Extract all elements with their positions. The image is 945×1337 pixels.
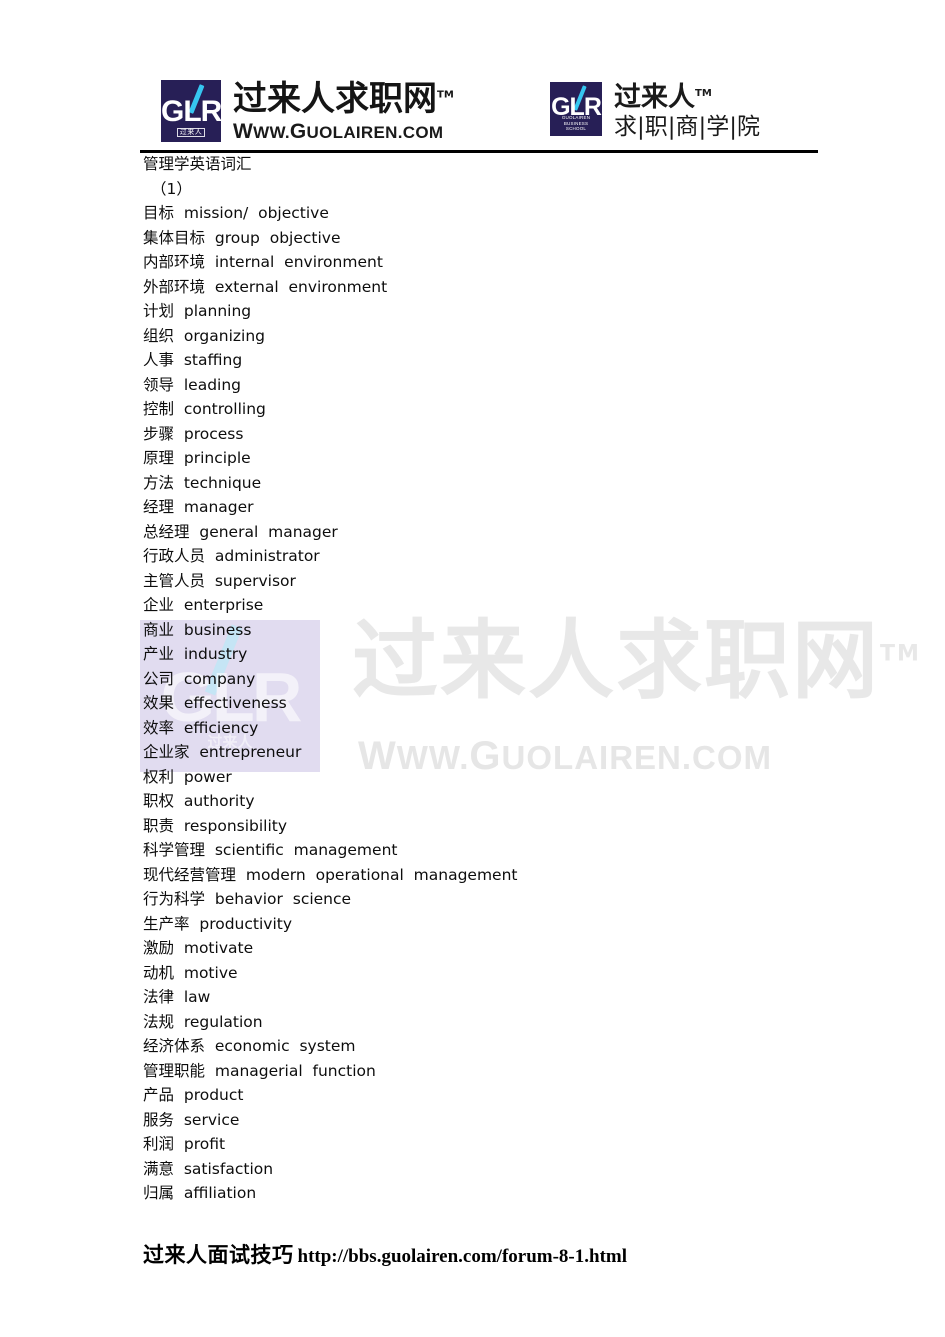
vocabulary-entry: 生产率 productivity — [143, 914, 293, 933]
vocabulary-entry: 产业 industry — [143, 645, 248, 663]
document-page: 过来人求职网TM WWW.GUOLAIREN.COM GLR 过来人 GLR 过… — [0, 0, 945, 1337]
vocabulary-entry: 行政人员 administrator — [143, 547, 320, 565]
logo-secondary-wordmark: 过来人TM 求|职|商|学|院 — [614, 82, 760, 141]
vocabulary-entry: 领导 leading — [143, 375, 242, 394]
vocabulary-entry: 职权 authority — [143, 792, 255, 810]
vocabulary-entry: 外部环境 external environment — [143, 277, 388, 296]
vocabulary-entry: 产品 product — [143, 1086, 244, 1104]
vocabulary-entry: 组织 organizing — [143, 326, 266, 345]
vocabulary-entry: 目标 mission/ objective — [143, 204, 329, 222]
logo-guolairen-site[interactable]: GLR 过来人 过来人求职网TM WWW.GUOLAIREN.COM — [161, 80, 454, 144]
vocabulary-entry: 方法 technique — [143, 473, 262, 492]
footer-forum-link[interactable]: http://bbs.guolairen.com/forum-8-1.html — [298, 1246, 628, 1267]
vocabulary-entry: 经济体系 economic system — [143, 1037, 356, 1055]
vocabulary-entry: 总经理 general manager — [143, 522, 338, 541]
glr-mark-sublabel: 过来人 — [161, 127, 221, 137]
logo-primary-url: WWW.GUOLAIREN.COM — [233, 120, 454, 144]
vocabulary-entry: 计划 planning — [143, 302, 252, 320]
vocabulary-entry: 动机 motive — [143, 963, 238, 982]
vocabulary-entry: 控制 controlling — [143, 400, 266, 418]
vocabulary-entry: 企业家 entrepreneur — [143, 743, 302, 761]
header-logo-band: GLR 过来人 过来人求职网TM WWW.GUOLAIREN.COM GLR G… — [140, 74, 818, 150]
logo-primary-wordmark: 过来人求职网TM WWW.GUOLAIREN.COM — [233, 80, 454, 144]
logo-secondary-brand-cn-text: 过来人 — [614, 82, 695, 113]
vocabulary-entry: 科学管理 scientific management — [143, 841, 398, 859]
logo-primary-url-brand-lead: G — [289, 119, 307, 143]
vocabulary-entry: 行为科学 behavior science — [143, 890, 352, 908]
glr-mark-sublabel-text: 过来人 — [176, 127, 206, 137]
logo-secondary-brand-cn: 过来人TM — [614, 82, 760, 113]
vocabulary-entry: 归属 affiliation — [143, 1184, 257, 1202]
vocabulary-entry: 法规 regulation — [143, 1012, 263, 1031]
vocabulary-entry: 公司 company — [143, 669, 256, 688]
vocabulary-entry: 效率 efficiency — [143, 718, 259, 737]
vocabulary-entry: 激励 motivate — [143, 939, 254, 957]
vocabulary-entry: 集体目标 group objective — [143, 228, 341, 247]
logo-primary-brand-cn-text: 过来人求职网 — [233, 79, 437, 119]
vocabulary-list: 目标 mission/ objective 集体目标 group objectiv… — [143, 201, 843, 1206]
footer: 过来人面试技巧 http://bbs.guolairen.com/forum-8-… — [143, 1239, 627, 1269]
vocabulary-entry: 商业 business — [143, 620, 252, 639]
document-section-number: （1） — [151, 179, 192, 198]
vocabulary-entry: 法律 law — [143, 988, 211, 1006]
vocabulary-entry: 经理 manager — [143, 498, 254, 516]
glr-mark-school-sublabel: GUOLAIREN BUSINESS SCHOOL — [550, 115, 602, 132]
vocabulary-entry: 效果 effectiveness — [143, 694, 287, 712]
vocabulary-entry: 权利 power — [143, 767, 232, 786]
vocabulary-entry: 主管人员 supervisor — [143, 571, 296, 590]
logo-secondary-subtitle-cn: 求|职|商|学|院 — [614, 114, 760, 141]
vocabulary-entry: 人事 staffing — [143, 351, 243, 369]
glr-school-line-3: SCHOOL — [565, 126, 587, 132]
logo-primary-url-brand: UOLAIREN.COM — [306, 122, 444, 142]
vocabulary-entry: 管理职能 managerial function — [143, 1061, 376, 1080]
vocabulary-entry: 原理 principle — [143, 449, 251, 467]
vocabulary-entry: 步骤 process — [143, 424, 244, 443]
vocabulary-entry: 企业 enterprise — [143, 596, 264, 614]
logo-primary-tm-mark: TM — [437, 89, 454, 101]
logo-primary-url-mid: WW. — [253, 122, 290, 142]
glr-logo-mark: GLR 过来人 — [161, 80, 222, 142]
vocabulary-entry: 利润 profit — [143, 1135, 226, 1153]
document-body: 管理学英语词汇 （1） 目标 mission/ objective 集体目标 gr… — [143, 152, 843, 1206]
logo-primary-brand-cn: 过来人求职网TM — [233, 79, 454, 119]
vocabulary-entry: 服务 service — [143, 1110, 240, 1129]
logo-guolairen-business-school[interactable]: GLR GUOLAIREN BUSINESS SCHOOL 过来人TM 求|职|… — [550, 82, 760, 141]
logo-secondary-tm-mark: TM — [695, 88, 712, 99]
logo-primary-url-lead: W — [233, 119, 254, 143]
document-title: 管理学英语词汇 — [143, 155, 252, 173]
footer-label: 过来人面试技巧 — [143, 1242, 294, 1267]
glr-logo-mark-secondary: GLR GUOLAIREN BUSINESS SCHOOL — [550, 82, 602, 136]
watermark-tm-mark: TM — [880, 641, 921, 667]
glr-letters: GLR — [161, 95, 222, 128]
vocabulary-entry: 满意 satisfaction — [143, 1159, 274, 1178]
vocabulary-entry: 职责 responsibility — [143, 816, 288, 835]
vocabulary-entry: 现代经营管理 modern operational management — [143, 865, 518, 884]
vocabulary-entry: 内部环境 internal environment — [143, 253, 383, 271]
